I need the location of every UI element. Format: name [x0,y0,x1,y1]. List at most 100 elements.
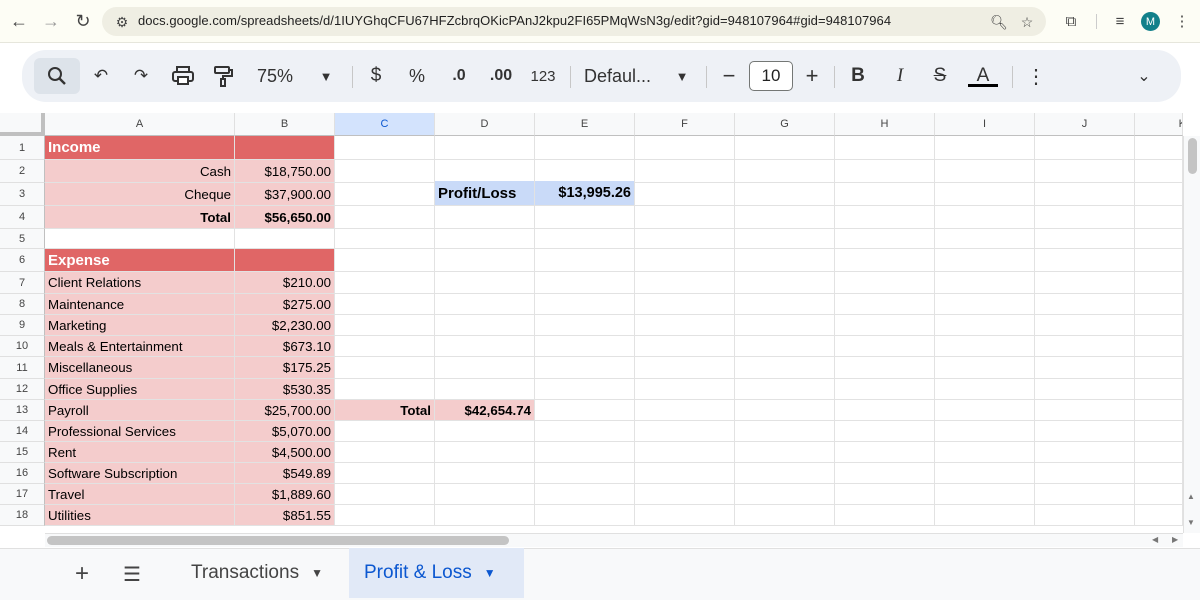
grid-cell[interactable] [835,357,935,379]
grid-cell[interactable] [1035,336,1135,357]
column-header-f[interactable]: F [635,113,735,136]
column-header-e[interactable]: E [535,113,635,136]
row-header[interactable]: 5 [0,229,45,249]
grid-cell[interactable] [735,400,835,421]
grid-cell[interactable] [535,160,635,183]
grid-cell[interactable] [435,421,535,442]
grid-cell[interactable] [735,484,835,505]
cheque-label-cell[interactable]: Cheque [45,183,235,206]
grid-cell[interactable] [1035,294,1135,315]
paint-format-icon[interactable] [208,50,238,102]
grid-cell[interactable] [735,336,835,357]
grid-cell[interactable] [835,294,935,315]
column-header-k[interactable]: K [1135,113,1183,136]
grid-cell[interactable] [335,160,435,183]
increase-decimal-button[interactable]: .00 [484,50,518,102]
row-header[interactable]: 14 [0,421,45,442]
expense-value-cell[interactable]: $673.10 [235,336,335,357]
browser-menu-icon[interactable]: ⋮ [1172,11,1192,31]
grid-cell[interactable] [535,463,635,484]
all-sheets-menu-icon[interactable]: ☰ [118,548,146,600]
grid-cell[interactable] [435,336,535,357]
grid-cell[interactable] [935,206,1035,229]
grid-cell[interactable] [835,206,935,229]
back-arrow-icon[interactable]: ← [6,8,32,34]
cheque-value-cell[interactable]: $37,900.00 [235,183,335,206]
grid-cell[interactable] [335,484,435,505]
row-header[interactable]: 2 [0,160,45,183]
grid-cell[interactable] [1135,249,1183,272]
grid-cell[interactable] [735,160,835,183]
zoom-select[interactable]: 75% [252,50,298,102]
grid-cell[interactable] [835,272,935,294]
forward-arrow-icon[interactable]: → [38,8,64,34]
grid-cell[interactable] [435,272,535,294]
grid-cell[interactable] [45,229,235,249]
grid-cell[interactable] [1035,463,1135,484]
grid-cell[interactable] [935,272,1035,294]
grid-cell[interactable] [835,336,935,357]
grid-cell[interactable] [935,484,1035,505]
grid-cell[interactable] [335,249,435,272]
sheet-tab-profit-loss[interactable]: Profit & Loss ▼ [349,548,524,598]
sheet-tab-chevron-down-icon[interactable]: ▼ [484,566,496,580]
font-family-select[interactable]: Defaul... [584,50,666,102]
grid-cell[interactable] [335,421,435,442]
grid-cell[interactable] [935,315,1035,336]
site-settings-icon[interactable]: ⚙ [113,13,131,31]
grid-cell[interactable] [335,379,435,400]
grid-cell[interactable] [235,229,335,249]
grid-cell[interactable] [435,484,535,505]
grid-cell[interactable] [435,206,535,229]
grid-cell[interactable] [335,294,435,315]
grid-cell[interactable] [1035,379,1135,400]
expense-value-cell[interactable]: $4,500.00 [235,442,335,463]
add-sheet-plus-icon[interactable]: + [68,548,96,600]
grid-cell[interactable] [835,183,935,206]
column-header-a[interactable]: A [45,113,235,136]
grid-cell[interactable] [535,357,635,379]
grid-cell[interactable] [535,336,635,357]
grid-cell[interactable] [535,505,635,526]
grid-cell[interactable] [335,442,435,463]
grid-cell[interactable] [835,379,935,400]
decrease-decimal-button[interactable]: .0 [444,50,474,102]
grid-cell[interactable] [1135,272,1183,294]
grid-cell[interactable] [1135,379,1183,400]
grid-cell[interactable] [935,136,1035,160]
italic-button[interactable]: I [888,50,912,102]
format-currency-button[interactable]: $ [364,50,388,102]
search-icon[interactable] [42,50,72,102]
row-header[interactable]: 15 [0,442,45,463]
grid-cell[interactable] [335,463,435,484]
decrease-font-size-icon[interactable]: − [717,50,741,102]
grid-cell[interactable] [535,379,635,400]
grid-cell[interactable] [935,336,1035,357]
grid-cell[interactable] [535,484,635,505]
print-icon[interactable] [168,50,198,102]
row-header[interactable]: 6 [0,249,45,272]
grid-cell[interactable] [435,505,535,526]
grid-cell[interactable] [535,229,635,249]
grid-cell[interactable] [1035,357,1135,379]
expense-label-cell[interactable]: Rent [45,442,235,463]
row-header[interactable]: 7 [0,272,45,294]
column-header-h[interactable]: H [835,113,935,136]
grid-cell[interactable] [335,505,435,526]
expense-value-cell[interactable]: $2,230.00 [235,315,335,336]
expense-label-cell[interactable]: Client Relations [45,272,235,294]
grid-cell[interactable] [1035,442,1135,463]
grid-cell[interactable] [1135,400,1183,421]
expense-value-cell[interactable]: $275.00 [235,294,335,315]
grid-cell[interactable] [435,379,535,400]
reload-icon[interactable]: ↻ [70,8,96,34]
expense-label-cell[interactable]: Utilities [45,505,235,526]
grid-cell[interactable] [935,463,1035,484]
grid-cell[interactable] [535,294,635,315]
expense-label-cell[interactable]: Travel [45,484,235,505]
grid-cell[interactable] [835,484,935,505]
cash-value-cell[interactable]: $18,750.00 [235,160,335,183]
font-dropdown-chevron-down-icon[interactable]: ▼ [672,50,692,102]
grid-cell[interactable] [735,505,835,526]
grid-cell[interactable] [535,249,635,272]
